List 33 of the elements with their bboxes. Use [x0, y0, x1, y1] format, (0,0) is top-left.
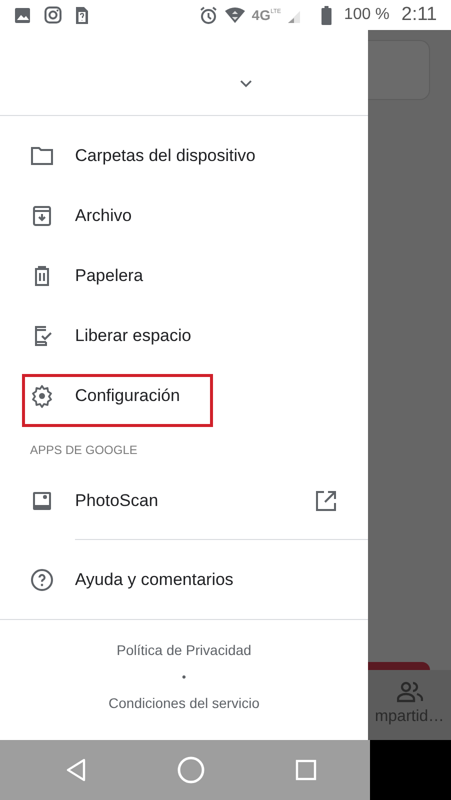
- sim-card-icon: [75, 6, 89, 24]
- menu-item[interactable]: Configuración: [0, 366, 368, 426]
- menu-item[interactable]: Carpetas del dispositivo: [0, 126, 368, 186]
- camera-icon: [44, 6, 62, 24]
- separator-dot: •: [182, 671, 186, 683]
- wifi-icon: [224, 6, 246, 24]
- people-icon: [396, 681, 422, 703]
- alarm-clock-icon: [198, 6, 218, 24]
- signal-icon: [287, 10, 302, 24]
- clock-time: 2:11: [401, 2, 437, 27]
- menu-item[interactable]: Papelera: [0, 246, 368, 306]
- home-button[interactable]: [177, 756, 205, 784]
- home-circle-icon: [177, 756, 205, 784]
- image-icon: [14, 6, 31, 24]
- back-triangle-icon: [65, 758, 87, 782]
- footer-link[interactable]: Política de Privacidad: [116, 640, 252, 661]
- back-button[interactable]: [65, 758, 87, 782]
- recents-square-icon: [295, 759, 317, 781]
- footer-link[interactable]: Condiciones del servicio: [108, 693, 260, 714]
- photo-frame-icon: [30, 489, 54, 513]
- app-item[interactable]: PhotoScan: [0, 463, 368, 539]
- settings-icon: [30, 384, 54, 408]
- menu-item[interactable]: Liberar espacio: [0, 306, 368, 366]
- recents-button[interactable]: [295, 759, 317, 781]
- menu-item[interactable]: Archivo: [0, 186, 368, 246]
- network-type-label: 4G: [252, 8, 270, 22]
- section-heading: APPS DE GOOGLE: [29, 442, 138, 459]
- chevron-icon: [239, 79, 253, 88]
- help-icon: [30, 568, 54, 592]
- archive-box-icon: [30, 204, 54, 228]
- battery-percentage: 100 %: [344, 5, 390, 25]
- battery-icon: [321, 6, 332, 24]
- folder-icon: [30, 144, 54, 168]
